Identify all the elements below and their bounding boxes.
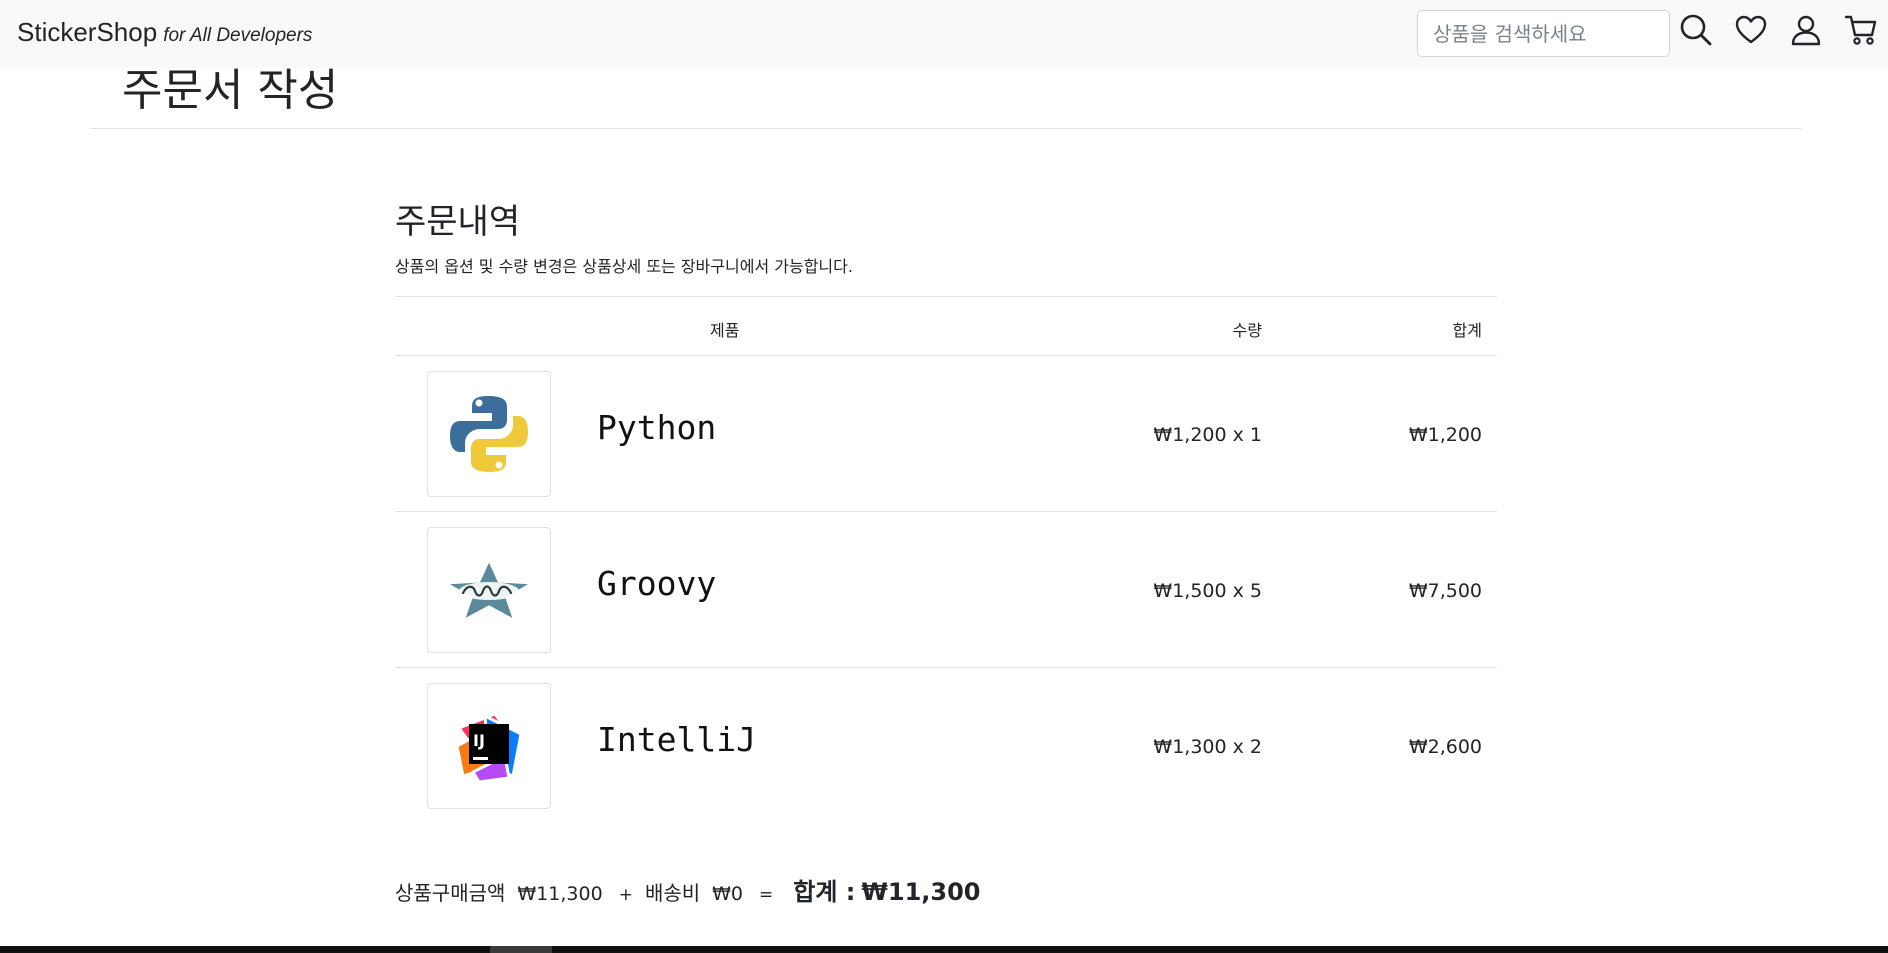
product-line-total: ₩7,500	[1408, 580, 1482, 602]
cart-icon[interactable]	[1844, 13, 1878, 47]
order-table: 제품 수량 합계 Python ₩1,200 x 1 ₩1,200 Groovy…	[395, 296, 1497, 824]
table-row: IJ IntelliJ ₩1,300 x 2 ₩2,600	[395, 668, 1497, 824]
footer-tab	[490, 946, 552, 953]
search-input[interactable]	[1417, 10, 1670, 57]
product-thumbnail[interactable]: IJ	[427, 683, 551, 809]
product-price-quantity: ₩1,300 x 2	[1153, 736, 1262, 758]
heart-icon[interactable]	[1734, 13, 1768, 47]
order-description: 상품의 옵션 및 수량 변경은 상품상세 또는 장바구니에서 가능합니다.	[395, 257, 853, 276]
table-row: Groovy ₩1,500 x 5 ₩7,500	[395, 512, 1497, 668]
product-name[interactable]: Groovy	[597, 564, 716, 603]
table-header: 제품 수량 합계	[395, 296, 1497, 356]
table-row: Python ₩1,200 x 1 ₩1,200	[395, 356, 1497, 512]
brand-logo[interactable]: StickerShop for All Developers	[17, 17, 312, 48]
column-header-product: 제품	[710, 321, 740, 340]
plus-sign: +	[618, 885, 633, 905]
brand-name[interactable]: StickerShop	[17, 17, 157, 47]
shipping-value: ₩0	[712, 883, 744, 905]
order-summary: 상품구매금액 ₩11,300 + 배송비 ₩0 = 합계 : ₩11,300	[395, 872, 980, 907]
product-line-total: ₩2,600	[1408, 736, 1482, 758]
search-icon[interactable]	[1679, 13, 1713, 47]
title-divider	[90, 128, 1802, 129]
shipping-label: 배송비	[644, 881, 701, 905]
top-navbar: StickerShop for All Developers	[0, 0, 1888, 68]
product-price-quantity: ₩1,200 x 1	[1153, 424, 1262, 446]
column-header-quantity: 수량	[1232, 321, 1262, 340]
python-logo-icon	[445, 391, 533, 477]
product-price-quantity: ₩1,500 x 5	[1153, 580, 1262, 602]
intellij-logo-icon: IJ	[455, 712, 523, 784]
product-name[interactable]: Python	[597, 408, 716, 447]
subtotal-value: ₩11,300	[517, 883, 603, 905]
footer-bar	[0, 946, 1888, 953]
user-icon[interactable]	[1789, 13, 1823, 47]
product-thumbnail[interactable]	[427, 527, 551, 653]
svg-text:IJ: IJ	[473, 731, 485, 750]
equals-sign: =	[759, 885, 774, 905]
brand-tagline: for All Developers	[163, 25, 313, 46]
column-header-total: 합계	[1452, 321, 1482, 340]
product-thumbnail[interactable]	[427, 371, 551, 497]
groovy-logo-icon	[443, 557, 535, 623]
product-name[interactable]: IntelliJ	[597, 720, 756, 759]
grand-total-label: 합계 :	[793, 878, 856, 906]
order-section-title: 주문내역	[395, 202, 521, 242]
subtotal-label: 상품구매금액	[395, 881, 506, 905]
grand-total-value: ₩11,300	[861, 878, 981, 906]
product-line-total: ₩1,200	[1408, 424, 1482, 446]
